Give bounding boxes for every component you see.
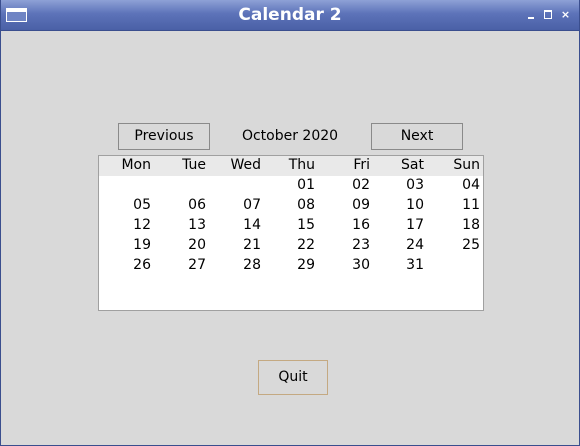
- day-cell[interactable]: 11: [430, 197, 480, 213]
- day-cell[interactable]: 04: [430, 177, 480, 193]
- quit-button[interactable]: Quit: [258, 360, 328, 395]
- weekday-tue: Tue: [182, 157, 206, 173]
- day-cell[interactable]: 06: [156, 197, 206, 213]
- close-icon[interactable]: ×: [560, 9, 571, 20]
- window-title: Calendar 2: [238, 5, 342, 25]
- day-cell[interactable]: 14: [211, 217, 261, 233]
- day-cell[interactable]: 28: [211, 257, 261, 273]
- day-cell[interactable]: 15: [265, 217, 315, 233]
- day-cell[interactable]: 07: [211, 197, 261, 213]
- weekday-header: Mon Tue Wed Thu Fri Sat Sun: [99, 156, 483, 176]
- calendar-grid: Mon Tue Wed Thu Fri Sat Sun 01 02 03 04 05 06 07 08 09…: [98, 155, 484, 311]
- day-cell[interactable]: 13: [156, 217, 206, 233]
- day-cell[interactable]: 20: [156, 237, 206, 253]
- day-cell[interactable]: 12: [101, 217, 151, 233]
- day-cell[interactable]: 30: [320, 257, 370, 273]
- title-bar[interactable]: Calendar 2 ×: [1, 0, 579, 31]
- day-cell[interactable]: 01: [265, 177, 315, 193]
- day-cell[interactable]: 02: [320, 177, 370, 193]
- weekday-fri: Fri: [353, 157, 370, 173]
- day-cell[interactable]: 10: [374, 197, 424, 213]
- weekday-sun: Sun: [453, 157, 480, 173]
- day-cell[interactable]: 23: [320, 237, 370, 253]
- day-cell[interactable]: 29: [265, 257, 315, 273]
- day-cell[interactable]: 17: [374, 217, 424, 233]
- weekday-wed: Wed: [230, 157, 261, 173]
- day-cell[interactable]: 16: [320, 217, 370, 233]
- day-cell[interactable]: 05: [101, 197, 151, 213]
- weekday-mon: Mon: [121, 157, 151, 173]
- weekday-thu: Thu: [288, 157, 315, 173]
- app-window: Calendar 2 × Previous October 2020 Next …: [0, 0, 580, 446]
- day-cell[interactable]: 09: [320, 197, 370, 213]
- day-cell[interactable]: 19: [101, 237, 151, 253]
- minimize-icon[interactable]: [526, 9, 537, 20]
- previous-button[interactable]: Previous: [118, 123, 210, 150]
- day-cell[interactable]: 31: [374, 257, 424, 273]
- weekday-sat: Sat: [401, 157, 424, 173]
- day-cell[interactable]: 25: [430, 237, 480, 253]
- maximize-icon[interactable]: [543, 9, 554, 20]
- day-cell[interactable]: 22: [265, 237, 315, 253]
- next-button[interactable]: Next: [371, 123, 463, 150]
- day-cell[interactable]: 21: [211, 237, 261, 253]
- day-cell[interactable]: 26: [101, 257, 151, 273]
- day-cell[interactable]: 24: [374, 237, 424, 253]
- month-label: October 2020: [241, 128, 339, 144]
- day-cell[interactable]: 18: [430, 217, 480, 233]
- day-cell[interactable]: 03: [374, 177, 424, 193]
- day-cell[interactable]: 27: [156, 257, 206, 273]
- day-cell[interactable]: 08: [265, 197, 315, 213]
